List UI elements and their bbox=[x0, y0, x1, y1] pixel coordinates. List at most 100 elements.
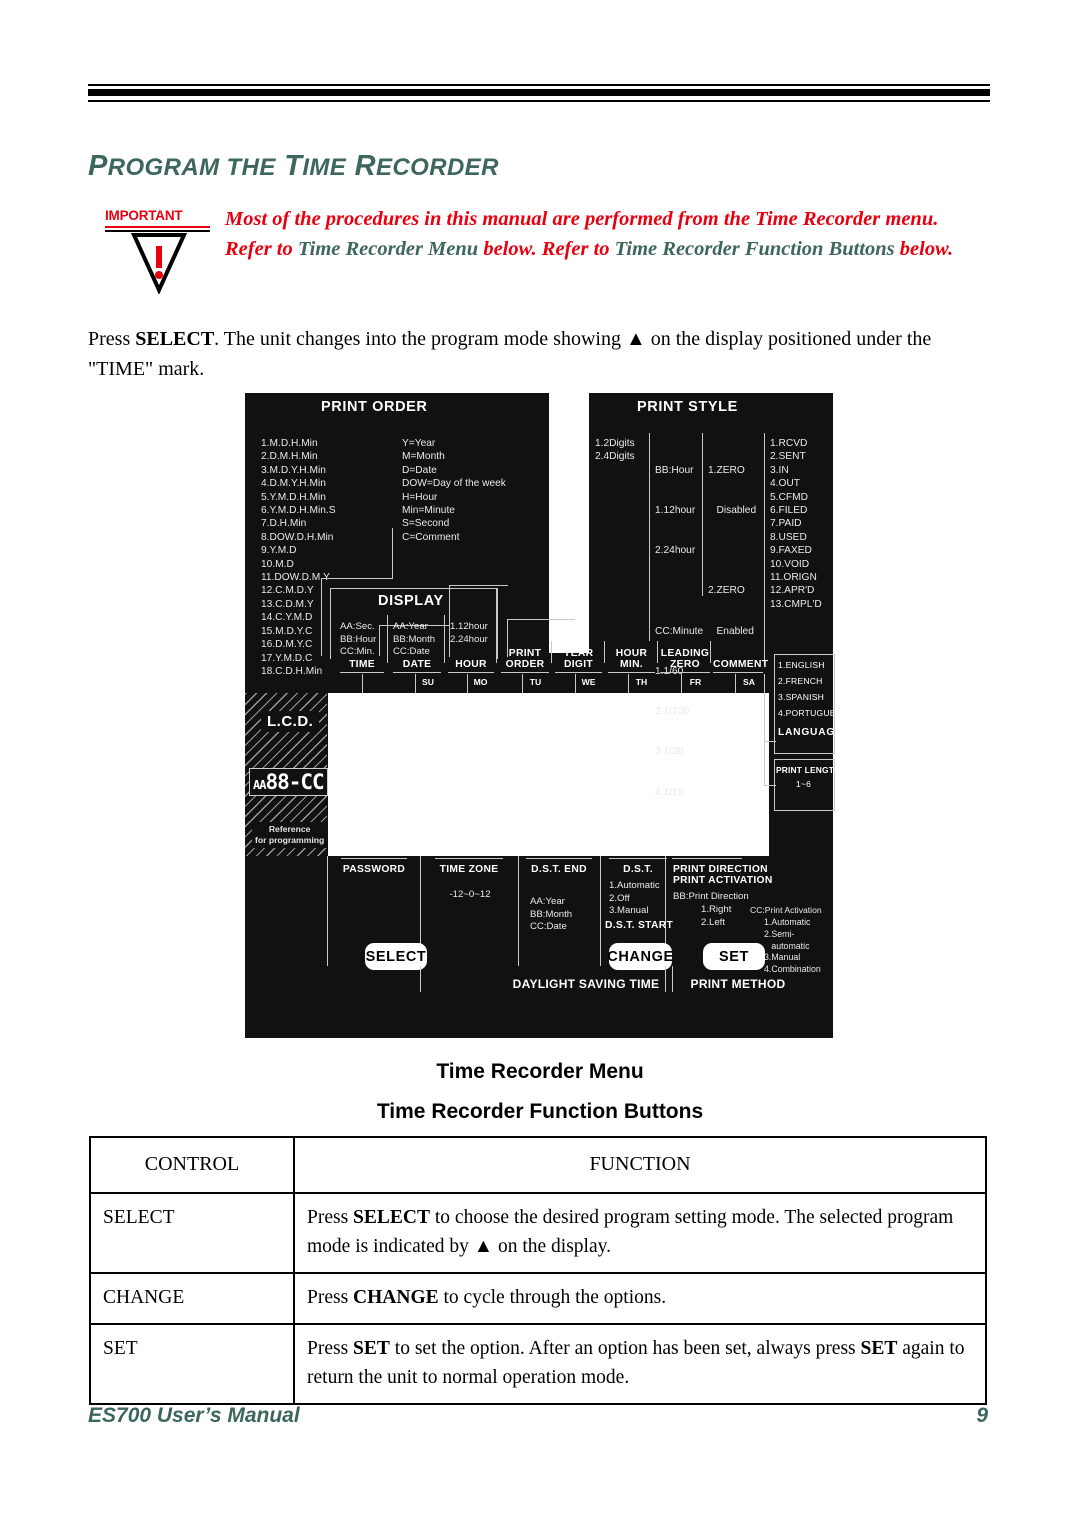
dow-tu: TU bbox=[529, 677, 542, 687]
menu-label-hour-min-1: HOUR bbox=[615, 648, 648, 659]
table-row: CHANGE Press CHANGE to cycle through the… bbox=[89, 1272, 987, 1325]
ps-item: 7.PAID bbox=[770, 518, 802, 530]
language-item-french: 2.FRENCH bbox=[778, 676, 823, 686]
ps-item: Disabled bbox=[708, 505, 757, 517]
dow-th: TH bbox=[635, 677, 648, 687]
password-underline bbox=[341, 858, 407, 859]
po-legend: Y=Year bbox=[402, 438, 436, 449]
important-badge: IMPORTANT bbox=[105, 208, 183, 223]
dow-sep-5 bbox=[628, 674, 629, 693]
print-direction-underline bbox=[672, 858, 742, 859]
po-item: 5.Y.M.D.H.Min bbox=[261, 491, 326, 503]
rule-thin-bottom bbox=[88, 100, 990, 102]
rule-thick bbox=[88, 89, 990, 96]
daylight-sep-left bbox=[420, 966, 421, 992]
table-header-control-label: CONTROL bbox=[144, 1153, 240, 1175]
po-item: 13.C.D.M.Y bbox=[261, 598, 314, 610]
po-legend: Min=Minute bbox=[402, 505, 455, 517]
po-item: 1.M.D.H.Min bbox=[261, 438, 318, 449]
ps-item: 2.SENT bbox=[770, 451, 806, 463]
table-cell-control-set: SET bbox=[89, 1323, 295, 1405]
time-recorder-menu-diagram: PRINT ORDER 1.M.D.H.Min 2.D.M.H.Min 3.M.… bbox=[245, 393, 847, 1038]
print-style-title: PRINT STYLE bbox=[637, 399, 738, 415]
print-style-col4: 1.RCVD 2.SENT 3.IN 4.OUT 5.CFMD 6.FILED … bbox=[770, 437, 822, 611]
display-col-time: AA:Sec. BB:Hour CC:Min. bbox=[340, 621, 376, 659]
bottom-sep-1 bbox=[327, 856, 328, 966]
header-rules bbox=[88, 84, 990, 102]
po-item: 6.Y.M.D.H.Min.S bbox=[261, 505, 336, 517]
bb-direction-items: 1.Right 2.Left bbox=[701, 904, 731, 929]
cc-print-activation: CC:Print Activation bbox=[750, 905, 822, 915]
intro-select-bold: SELECT bbox=[135, 328, 215, 350]
menu-underline-comment bbox=[713, 672, 763, 673]
dst-items: 1.Automatic 2.Off 3.Manual bbox=[609, 880, 660, 918]
display-col-date: AA:Year BB:Month CC:Date bbox=[393, 621, 435, 659]
bottom-sep-4 bbox=[600, 856, 601, 966]
connector-h-a bbox=[321, 578, 393, 579]
table-cell-function-change: Press CHANGE to cycle through the option… bbox=[293, 1272, 987, 1325]
ps-item: Enabled bbox=[708, 625, 754, 637]
dow-we: WE bbox=[581, 677, 596, 687]
menu-label-leading-zero-2: ZERO bbox=[670, 659, 700, 670]
dst-end-underline bbox=[526, 858, 592, 859]
menu-label-date: DATE bbox=[402, 659, 432, 670]
fn-text: Press bbox=[307, 1207, 354, 1228]
dst-item: 3.Manual bbox=[609, 905, 649, 917]
ps-item: 10.VOID bbox=[770, 558, 810, 570]
language-connector-v bbox=[764, 674, 765, 742]
menu-sep-5 bbox=[604, 641, 605, 663]
dst-end-items: AA:Year BB:Month CC:Date bbox=[530, 896, 572, 934]
ps-item: BB:Hour bbox=[655, 464, 694, 476]
bb-print-direction: BB:Print Direction bbox=[673, 891, 749, 902]
display-item: 2.24hour bbox=[450, 633, 488, 645]
dst-label: D.S.T. bbox=[623, 864, 653, 875]
rule-thin-top bbox=[88, 84, 990, 86]
ps-item: 6.FILED bbox=[770, 505, 808, 517]
select-button[interactable]: SELECT bbox=[365, 943, 427, 970]
caption-time-recorder-function-buttons: Time Recorder Function Buttons bbox=[376, 1100, 704, 1123]
bottom-sep-3 bbox=[518, 856, 519, 966]
important-link-menu: Time Recorder Menu bbox=[297, 238, 479, 260]
ps-item: 5.CFMD bbox=[770, 491, 808, 503]
ps-item-gap bbox=[708, 544, 756, 557]
lcd-display-value: 88-CC bbox=[265, 770, 324, 794]
ps-item: 1.ZERO bbox=[708, 464, 745, 476]
print-length-range: 1~6 bbox=[795, 779, 812, 789]
lcd-display-aa: AA bbox=[253, 778, 266, 792]
menu-label-hour: HOUR bbox=[455, 659, 487, 670]
ps-item: 13.CMPL'D bbox=[770, 598, 822, 610]
menu-sep-1 bbox=[387, 615, 388, 663]
table-header-control: CONTROL bbox=[89, 1136, 295, 1194]
change-button[interactable]: CHANGE bbox=[607, 943, 673, 970]
po-item: 17.Y.M.D.C bbox=[261, 652, 313, 664]
print-method-sep bbox=[672, 966, 673, 992]
menu-underline-leading-zero bbox=[660, 672, 710, 673]
ps-item: 1.RCVD bbox=[770, 438, 808, 449]
display-col-hour: 1.12hour 2.24hour bbox=[450, 621, 488, 646]
table-cell-control-select: SELECT bbox=[89, 1192, 295, 1274]
menu-label-leading-zero-1: LEADING bbox=[660, 648, 710, 659]
important-text: Most of the procedures in this manual ar… bbox=[225, 204, 985, 264]
ps-item: 1.2Digits bbox=[595, 438, 635, 449]
intro-a: Press bbox=[88, 328, 136, 350]
menu-sep-3 bbox=[496, 588, 497, 663]
important-link-function: Time Recorder Function bbox=[614, 238, 824, 260]
menu-label-year-digit-1: YEAR bbox=[563, 648, 594, 659]
set-button[interactable]: SET bbox=[703, 943, 765, 970]
cc-item: 3.Manual bbox=[764, 952, 801, 963]
fn-text: Press bbox=[307, 1338, 354, 1359]
table-header-function: FUNCTION bbox=[293, 1136, 987, 1194]
daylight-saving-time-label: DAYLIGHT SAVING TIME bbox=[512, 977, 660, 991]
menu-sep-7 bbox=[710, 641, 711, 663]
table-row: SELECT Press SELECT to choose the desire… bbox=[89, 1192, 987, 1274]
menu-sep-6 bbox=[657, 641, 658, 663]
po-item: 9.Y.M.D bbox=[261, 545, 297, 557]
po-legend: H=Hour bbox=[402, 491, 438, 503]
ps-item: 11.ORIGN bbox=[770, 572, 817, 584]
lcd-ref-line2: for programming bbox=[255, 835, 325, 845]
table-cell-function-set: Press SET to set the option. After an op… bbox=[293, 1323, 987, 1405]
connector-h-c bbox=[449, 585, 508, 586]
display-item: BB:Hour bbox=[340, 633, 377, 645]
po-legend: D=Date bbox=[402, 464, 437, 476]
po-item: 15.M.D.Y.C bbox=[261, 625, 313, 637]
